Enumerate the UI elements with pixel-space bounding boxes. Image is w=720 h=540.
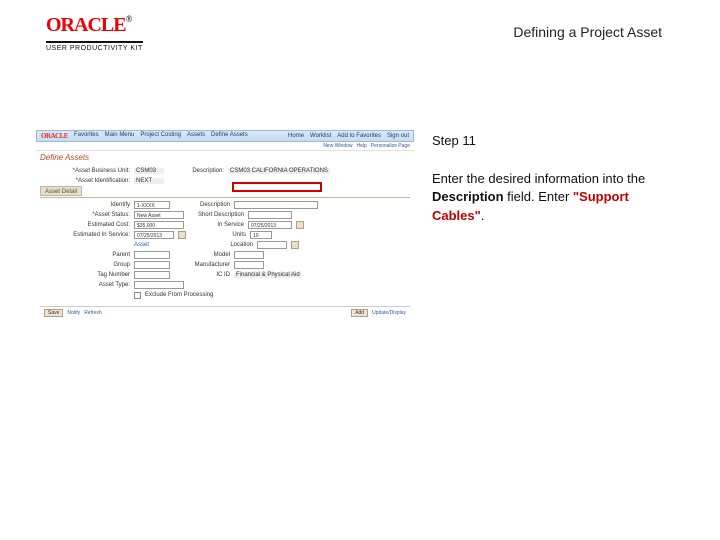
header-logo: ORACLE® USER PRODUCTIVITY KIT [46,14,143,55]
link-help[interactable]: Help [357,143,367,149]
link-add-favorites[interactable]: Add to Favorites [337,133,381,139]
business-unit-value: CSM03 [134,168,164,174]
location-input[interactable] [257,241,287,249]
label-inservice-side: In Service [188,222,244,228]
label-exclude: Exclude From Processing [145,292,213,298]
label-parent: Parent [40,252,130,258]
oracle-word: ORACLE [46,14,126,36]
label-manufacturer: Manufacturer [174,262,230,268]
label-units: Units [190,232,246,238]
link-home[interactable]: Home [288,133,304,139]
inservice-input[interactable]: 07/25/2013 [248,221,292,229]
label-group: Group [40,262,130,268]
icid-desc: Financial & Physical Aid [234,272,302,278]
add-button[interactable]: Add [351,309,368,317]
instr-part-a: Enter the desired information into the [432,171,645,186]
tab-assets[interactable]: Assets [187,132,205,140]
link-new-window[interactable]: New Window [323,143,352,149]
calendar-icon[interactable] [296,221,304,229]
tab-define-assets[interactable]: Define Assets [211,132,248,140]
est-cost-input[interactable]: $35,000 [134,221,184,229]
section-heading: Define Assets [36,151,414,164]
asset-type-select[interactable] [134,281,184,289]
step-label: Step 11 [432,132,662,150]
exclude-checkbox[interactable] [134,292,141,299]
calendar-icon-2[interactable] [178,231,186,239]
notify-link[interactable]: Notify [67,310,80,316]
tab-project-costing[interactable]: Project Costing [140,132,181,140]
form-area: *Asset Business Unit: CSM03 Description:… [36,164,414,323]
label-asset-status: *Asset Status: [40,212,130,218]
group-input[interactable] [134,261,170,269]
save-button[interactable]: Save [44,309,63,317]
units-input[interactable]: 10 [250,231,272,239]
parent-input[interactable] [134,251,170,259]
instruction-text: Enter the desired information into the D… [432,170,662,225]
label-est-cost: Estimated Cost: [40,222,130,228]
field-name: Description [432,189,504,204]
est-inservice-input[interactable]: 07/25/2013 [134,231,174,239]
page-title: Defining a Project Asset [513,24,662,40]
label-short-desc: Short Description [188,212,244,218]
link-worklist[interactable]: Worklist [310,133,331,139]
top-tab-bar: ORACLE Favorites Main Menu Project Costi… [36,130,414,142]
label-asset-type: Asset Type: [40,282,130,288]
label-identify: Identify [40,202,130,208]
tm-symbol: ® [126,14,132,24]
identify-input[interactable]: 1-XXXX [134,201,170,209]
label-tag-number: Tag Number [40,272,130,278]
refresh-link[interactable]: Refresh [84,310,102,316]
oracle-logo: ORACLE® [46,14,143,37]
oracle-mini-logo: ORACLE [41,132,68,140]
tab-main-menu[interactable]: Main Menu [105,132,135,140]
link-personalize[interactable]: Personalize Page [371,143,410,149]
label-model: Model [174,252,230,258]
instr-part-c: . [481,208,485,223]
short-desc-input[interactable] [248,211,292,219]
bu-description-value: CSM03 CALIFORNIA OPERATIONS [228,168,330,174]
update-display-link[interactable]: Update/Display [372,310,406,316]
screenshot-panel: ORACLE Favorites Main Menu Project Costi… [36,130,414,330]
link-sign-out[interactable]: Sign out [387,133,409,139]
upk-label: USER PRODUCTIVITY KIT [46,41,143,52]
label-ic-id: IC ID [174,272,230,278]
tab-favorites[interactable]: Favorites [74,132,99,140]
label-description: Description [174,202,230,208]
asset-status-select[interactable]: New Asset [134,211,184,219]
label-business-unit: *Asset Business Unit: [40,168,130,174]
model-input[interactable] [234,251,264,259]
lookup-icon[interactable] [291,241,299,249]
instruction-panel: Step 11 Enter the desired information in… [432,132,662,225]
description-input[interactable] [234,201,318,209]
description-field-highlight [232,182,322,192]
label-asset-id: *Asset Identification: [40,178,130,184]
asset-link[interactable]: Asset [134,242,149,248]
label-bu-description: Description: [168,168,224,174]
label-location: Location [197,242,253,248]
asset-id-value: NEXT [134,178,164,184]
label-est-inservice: Estimated In Service: [40,232,130,238]
instr-part-b: field. Enter [504,189,573,204]
window-links: New Window Help Personalize Page [36,142,414,151]
manufacturer-input[interactable] [234,261,264,269]
tag-input[interactable] [134,271,170,279]
bottom-toolbar: Save Notify Refresh Add Update/Display [40,306,410,319]
tab-asset-detail[interactable]: Asset Detail [40,186,82,196]
